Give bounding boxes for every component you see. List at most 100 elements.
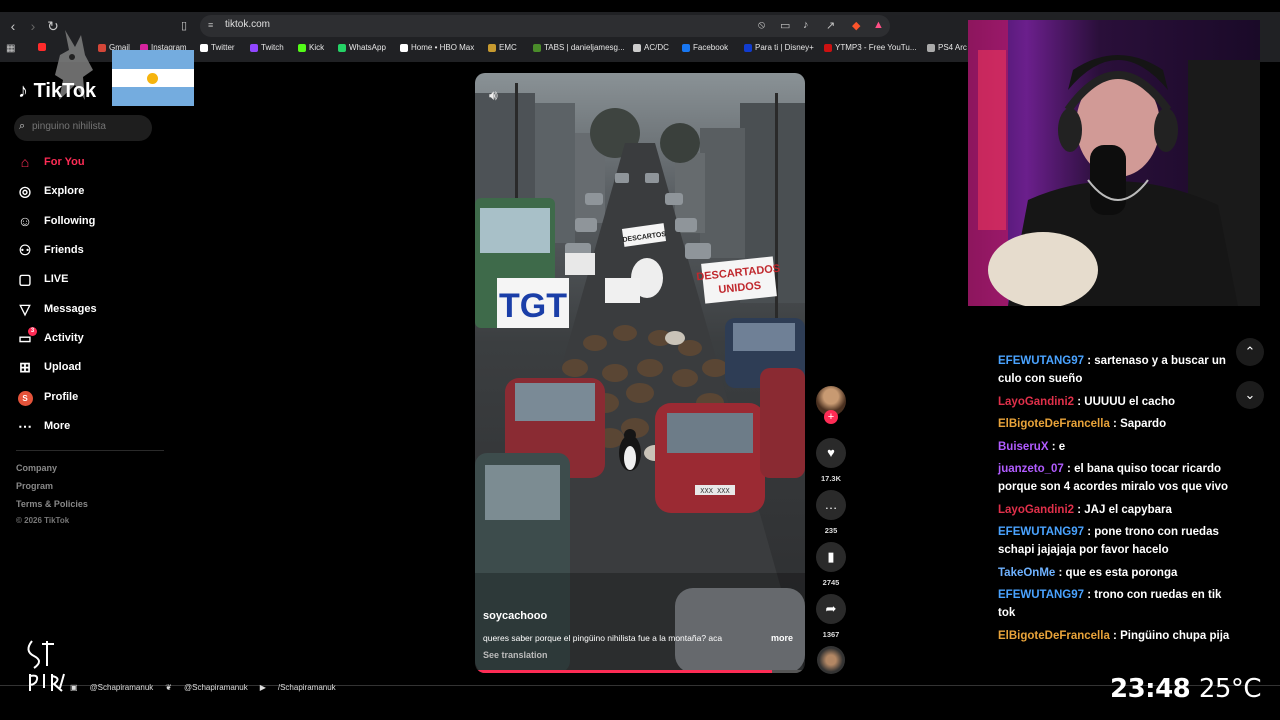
bookmark-label: AC/DC <box>644 43 669 52</box>
comment-action[interactable]: … 235 <box>816 490 846 535</box>
share-arrow-icon[interactable]: ➦ <box>816 594 846 624</box>
chat-username[interactable]: LayoGandini2 <box>998 396 1074 408</box>
share-action[interactable]: ➦ 1367 <box>816 594 846 639</box>
no-tracking-icon[interactable]: ⦸ <box>758 19 765 32</box>
tiktok-logo[interactable]: ♪ TikTok <box>18 80 96 103</box>
nav-live[interactable]: ▢ LIVE <box>16 269 68 289</box>
search-icon: ⌕ <box>19 120 26 132</box>
bookmark-item[interactable]: EMC <box>488 43 517 52</box>
bookmark-label: Kick <box>309 43 325 52</box>
nav-more[interactable]: ⋯ More <box>16 416 70 436</box>
music-disc[interactable] <box>817 646 845 674</box>
chat-username[interactable]: EFEWUTANG97 <box>998 526 1084 538</box>
user-plus-icon: ☺ <box>17 213 33 229</box>
bookmark-item[interactable]: Twitch <box>250 43 284 52</box>
video-author[interactable]: soycachooo <box>483 610 547 622</box>
bookmark-item[interactable]: TABS | danieljamesg... <box>533 43 625 52</box>
nav-messages[interactable]: ▽ Messages <box>16 299 97 319</box>
search-box[interactable]: ⌕ <box>14 115 152 141</box>
follow-plus-icon[interactable]: + <box>824 410 838 424</box>
nav-label: Messages <box>44 303 97 315</box>
nav-explore[interactable]: ◎ Explore <box>16 181 84 201</box>
chat-text: Sapardo <box>1120 418 1167 430</box>
footer-company-link[interactable]: Company <box>16 463 57 473</box>
bookmark-item[interactable]: Twitter <box>200 43 235 52</box>
bookmark-item[interactable]: YTMP3 - Free YouTu... <box>824 43 917 52</box>
bookmark-label: EMC <box>499 43 517 52</box>
chat-message: LayoGandini2 : JAJ el capybara <box>998 501 1233 519</box>
footer-terms-link[interactable]: Terms & Policies <box>16 499 88 509</box>
like-action[interactable]: ♥ 17.3K <box>816 438 846 483</box>
bookmark-icon[interactable]: ▯ <box>176 18 192 34</box>
footer-program-link[interactable]: Program <box>16 481 53 491</box>
nav-profile[interactable]: S Profile <box>16 387 78 407</box>
share-icon[interactable]: ↗ <box>826 19 835 32</box>
chat-separator: : <box>1074 503 1085 516</box>
address-bar[interactable]: ≡ tiktok.com ⦸ ▭ ♪ ↗ ◆ ▲ <box>200 15 890 37</box>
video-progress-bar[interactable] <box>475 670 805 673</box>
bookmark-favicon-icon <box>682 43 690 52</box>
cast-icon[interactable]: ▭ <box>780 19 790 32</box>
chat-separator: : <box>1074 395 1085 408</box>
rewards-icon[interactable]: ▲ <box>873 19 884 31</box>
nav-label: Explore <box>44 185 85 197</box>
speaker-icon[interactable]: 🔊︎ <box>489 87 498 104</box>
site-info-icon[interactable]: ≡ <box>208 20 213 30</box>
music-icon[interactable]: ♪ <box>803 19 809 31</box>
apps-grid-icon[interactable]: ▦ <box>6 43 15 54</box>
chat-username[interactable]: EFEWUTANG97 <box>998 355 1084 367</box>
chat-message: BuiseruX : e <box>998 438 1233 456</box>
bookmark-item[interactable]: AC/DC <box>633 43 669 52</box>
chat-scroll-down-button[interactable]: ⌄ <box>1236 381 1264 409</box>
nav-label: Following <box>44 215 96 227</box>
chat-separator: : <box>1055 566 1066 579</box>
twitter-handle: @Schapiramanuk <box>183 683 248 692</box>
bookmark-item[interactable]: Home • HBO Max <box>400 43 474 52</box>
bookmark-item[interactable]: Facebook <box>682 43 728 52</box>
youtube-handle: /Schapiramanuk <box>277 683 336 692</box>
chat-separator: : <box>1048 440 1059 453</box>
chat-username[interactable]: ElBigoteDeFrancella <box>998 630 1110 642</box>
forward-icon[interactable]: › <box>25 18 41 34</box>
chat-username[interactable]: BuiseruX <box>998 441 1049 453</box>
caption-more-button[interactable]: more <box>771 633 793 643</box>
bookmark-favicon-icon <box>488 43 496 52</box>
nav-following[interactable]: ☺ Following <box>16 211 95 231</box>
chat-username[interactable]: juanzeto_07 <box>998 463 1064 475</box>
url-text: tiktok.com <box>225 19 271 30</box>
bookmark-item[interactable]: Kick <box>298 43 324 52</box>
logo-text: TikTok <box>33 80 97 102</box>
nav-friends[interactable]: ⚇ Friends <box>16 240 84 260</box>
save-action[interactable]: ▮ 2745 <box>816 542 846 587</box>
bookmark-label: Facebook <box>693 43 729 52</box>
see-translation-button[interactable]: See translation <box>483 650 548 660</box>
chat-message: TakeOnMe : que es esta poronga <box>998 564 1233 582</box>
bookmark-item[interactable]: Para ti | Disney+ <box>744 43 814 52</box>
heart-icon[interactable]: ♥ <box>816 438 846 468</box>
bookmark-label: WhatsApp <box>349 43 386 52</box>
nav-for-you[interactable]: ⌂ For You <box>16 152 85 172</box>
search-input[interactable] <box>32 121 147 132</box>
profile-avatar: S <box>17 391 33 406</box>
bookmark-save-icon[interactable]: ▮ <box>816 542 846 572</box>
activity-badge: 3 <box>28 326 37 336</box>
chat-scroll-up-button[interactable]: ⌃ <box>1236 338 1264 366</box>
brave-shield-icon[interactable]: ◆ <box>852 19 860 32</box>
nav-upload[interactable]: ⊞ Upload <box>16 357 81 377</box>
schapira-logo <box>27 640 65 692</box>
bookmark-label: Home • HBO Max <box>411 43 475 52</box>
bookmark-item[interactable]: WhatsApp <box>338 43 386 52</box>
bookmark-item[interactable]: PS4 Arc <box>927 43 967 52</box>
chat-username[interactable]: EFEWUTANG97 <box>998 589 1084 601</box>
comment-icon[interactable]: … <box>816 490 846 520</box>
chat-username[interactable]: TakeOnMe <box>998 567 1055 579</box>
chat-username[interactable]: LayoGandini2 <box>998 504 1074 516</box>
bookmark-favicon-icon <box>533 43 541 52</box>
video-player[interactable]: TGT DESCARTADOS UNIDOS DESCARTOS XXX XXX… <box>475 73 805 673</box>
back-icon[interactable]: ‹ <box>5 18 21 34</box>
chat-username[interactable]: ElBigoteDeFrancella <box>998 418 1110 430</box>
bookmark-favicon-icon <box>927 43 935 52</box>
nav-activity[interactable]: ▭ 3 Activity <box>16 326 84 348</box>
webcam-frame <box>968 20 1260 306</box>
live-icon: ▢ <box>18 270 32 287</box>
